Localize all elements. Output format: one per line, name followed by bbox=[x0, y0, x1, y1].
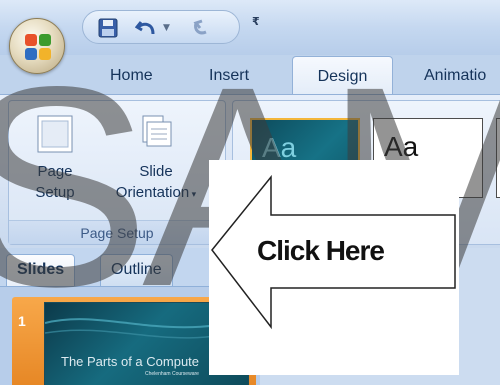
customize-qat-icon[interactable]: ₹ bbox=[252, 15, 260, 28]
quick-access-toolbar: ▼ bbox=[82, 10, 240, 44]
slide-subtitle: Chelenham Courseware bbox=[145, 371, 199, 377]
undo-dropdown-icon[interactable]: ▼ bbox=[163, 23, 170, 33]
slide-title: The Parts of a Compute bbox=[61, 354, 200, 369]
left-arrow-icon bbox=[211, 174, 456, 330]
click-here-callout[interactable]: Click Here bbox=[209, 160, 459, 375]
ribbon-tabs: Home Insert Design Animatio bbox=[0, 55, 500, 96]
page-setup-group: Page Setup Slide Orientation ▾ Page Setu… bbox=[8, 100, 226, 245]
redo-icon[interactable] bbox=[191, 18, 213, 38]
tab-slides[interactable]: Slides bbox=[6, 254, 76, 286]
office-button[interactable] bbox=[9, 18, 65, 74]
callout-text: Click Here bbox=[257, 235, 385, 266]
page-setup-icon bbox=[37, 115, 73, 153]
slide-orientation-label-2: Orientation bbox=[115, 184, 190, 201]
page-setup-label-1: Page bbox=[37, 163, 73, 180]
tab-design[interactable]: Design bbox=[292, 56, 393, 96]
slide-orientation-icon bbox=[142, 115, 172, 147]
undo-icon[interactable] bbox=[135, 18, 157, 38]
slide-orientation-label-1: Slide bbox=[139, 163, 173, 180]
save-icon[interactable] bbox=[97, 18, 119, 38]
slide-number: 1 bbox=[18, 313, 26, 329]
page-setup-group-label: Page Setup bbox=[9, 220, 225, 244]
powerpoint-window: ▼ ₹ Home Insert Design Animatio Page Set… bbox=[0, 0, 500, 385]
theme-sample-text: Aa bbox=[384, 131, 419, 162]
page-setup-button[interactable]: Page Setup bbox=[27, 113, 83, 203]
tab-animations[interactable]: Animatio bbox=[424, 67, 486, 85]
tab-home[interactable]: Home bbox=[110, 67, 153, 85]
office-logo-icon bbox=[25, 34, 51, 60]
orientation-dropdown-icon: ▾ bbox=[189, 189, 197, 199]
slide-orientation-button[interactable]: Slide Orientation ▾ bbox=[96, 113, 216, 205]
tab-insert[interactable]: Insert bbox=[209, 67, 249, 85]
theme-thumbnail-partial[interactable] bbox=[496, 118, 500, 198]
page-setup-label-2: Setup bbox=[35, 184, 75, 201]
title-bar: ▼ ₹ bbox=[0, 0, 500, 55]
tab-outline[interactable]: Outline bbox=[100, 254, 173, 286]
